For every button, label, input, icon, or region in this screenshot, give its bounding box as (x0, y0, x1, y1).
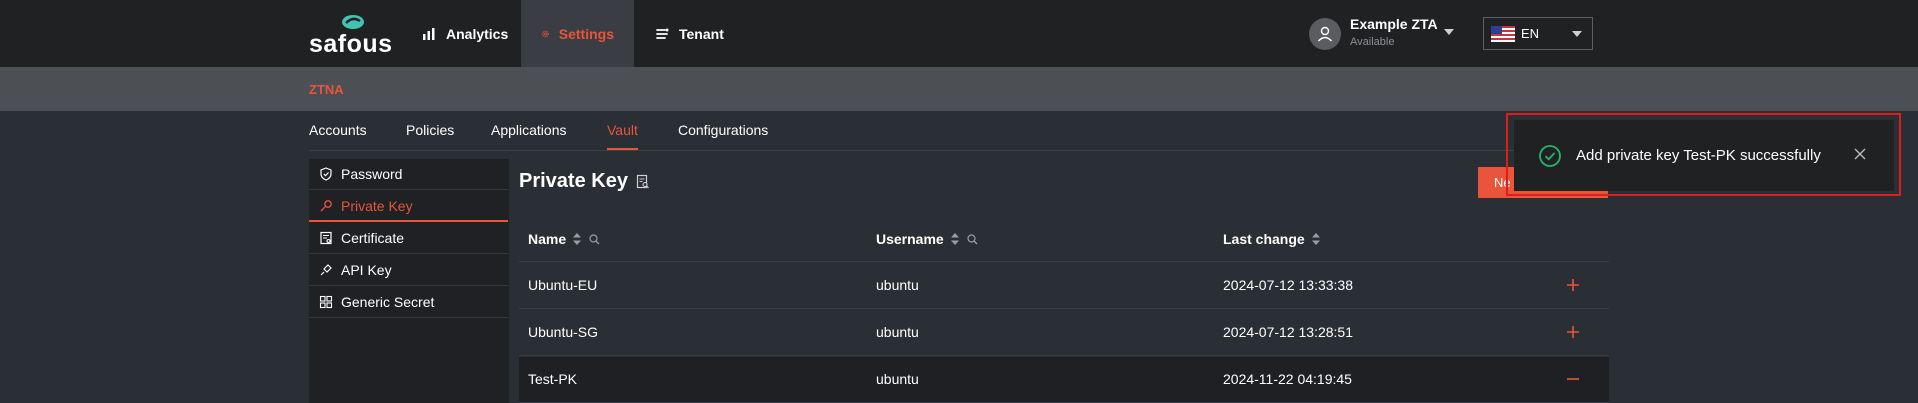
nav-analytics[interactable]: Analytics (401, 0, 528, 67)
sort-icon[interactable] (1311, 232, 1321, 246)
user-menu[interactable]: Example ZTA Available (1309, 16, 1459, 52)
success-toast: Add private key Test-PK successfully (1514, 120, 1894, 191)
cell-name: Test-PK (528, 371, 578, 387)
language-select[interactable]: EN (1483, 17, 1593, 50)
nav-tenant[interactable]: Tenant (634, 0, 744, 67)
shield-icon (320, 167, 332, 181)
top-navigation-bar: safous Analytics Settings Tenant Example… (0, 0, 1918, 67)
column-header-username[interactable]: Username (876, 231, 979, 247)
column-header-last-change[interactable]: Last change (1223, 231, 1321, 247)
cell-last-change: 2024-07-12 13:33:38 (1223, 277, 1353, 293)
side-item-label: API Key (341, 262, 392, 278)
tab-bar: Accounts Policies Applications Vault Con… (309, 111, 1609, 151)
api-key-icon (320, 264, 332, 276)
table-row[interactable]: Ubuntu-SG ubuntu 2024-07-12 13:28:51 (519, 310, 1609, 356)
plus-icon (1567, 326, 1579, 338)
side-item-private-key[interactable]: Private Key (309, 191, 508, 222)
logo-mark-icon (342, 15, 364, 29)
side-item-generic-secret[interactable]: Generic Secret (309, 287, 508, 318)
expand-row-button[interactable] (1561, 273, 1585, 297)
side-item-label: Certificate (341, 230, 405, 246)
expand-row-button[interactable] (1561, 320, 1585, 344)
cell-last-change: 2024-11-22 04:19:45 (1223, 371, 1352, 387)
page-title: Private Key (519, 170, 650, 193)
nav-tenant-label: Tenant (679, 25, 724, 42)
tab-accounts[interactable]: Accounts (309, 111, 367, 150)
section-bar: ZTNA (0, 67, 1918, 111)
gear-icon (542, 30, 549, 37)
sort-icon[interactable] (950, 232, 960, 246)
column-header-name[interactable]: Name (528, 231, 601, 247)
toast-message: Add private key Test-PK successfully (1576, 147, 1821, 164)
tenant-icon (656, 28, 669, 39)
tab-policies[interactable]: Policies (406, 111, 454, 150)
chevron-down-icon[interactable] (1572, 31, 1582, 37)
tab-divider (309, 150, 1609, 151)
column-label: Name (528, 231, 567, 247)
cell-username: ubuntu (876, 324, 919, 340)
cell-last-change: 2024-07-12 13:28:51 (1223, 324, 1353, 340)
nav-settings[interactable]: Settings (521, 0, 634, 67)
cell-username: ubuntu (876, 371, 919, 387)
safous-logo[interactable]: safous (309, 14, 392, 58)
cell-username: ubuntu (876, 277, 919, 293)
grid-icon (319, 295, 333, 309)
key-icon (320, 199, 332, 211)
tab-configurations[interactable]: Configurations (678, 111, 768, 150)
side-item-label: Password (341, 166, 403, 182)
table-row[interactable]: Test-PK ubuntu 2024-11-22 04:19:45 (519, 357, 1609, 403)
column-label: Username (876, 231, 944, 247)
minus-icon (1567, 378, 1579, 380)
page-title-text: Private Key (519, 170, 628, 192)
user-name: Example ZTA (1350, 16, 1438, 32)
collapse-row-button[interactable] (1561, 367, 1585, 391)
table-header: Name Username Last change (519, 217, 1609, 262)
close-icon[interactable] (1852, 146, 1868, 162)
side-item-password[interactable]: Password (309, 159, 508, 190)
certificate-icon (320, 231, 332, 245)
avatar[interactable] (1309, 18, 1341, 50)
user-icon (1317, 26, 1333, 42)
document-search-icon[interactable] (636, 174, 650, 190)
logo-text: safous (309, 30, 393, 58)
user-status: Available (1350, 36, 1395, 48)
column-label: Last change (1223, 231, 1305, 247)
table-row[interactable]: Ubuntu-EU ubuntu 2024-07-12 13:33:38 (519, 263, 1609, 309)
cell-name: Ubuntu-SG (528, 324, 599, 340)
side-item-label: Private Key (341, 197, 413, 214)
sort-icon[interactable] (572, 232, 582, 246)
plus-icon (1567, 279, 1579, 291)
search-icon[interactable] (588, 233, 601, 246)
search-icon[interactable] (966, 233, 979, 246)
chevron-down-icon[interactable] (1444, 29, 1454, 35)
check-circle-icon (1539, 144, 1561, 167)
nav-settings-label: Settings (558, 25, 614, 42)
nav-analytics-label: Analytics (446, 25, 509, 42)
side-item-label: Generic Secret (341, 294, 435, 310)
vault-side-menu: Password Private Key Certificate API Key… (309, 159, 509, 403)
us-flag-icon (1491, 25, 1515, 42)
cell-name: Ubuntu-EU (528, 277, 598, 293)
toast-highlight: Add private key Test-PK successfully (1506, 113, 1901, 196)
tab-vault[interactable]: Vault (607, 111, 638, 150)
side-item-certificate[interactable]: Certificate (309, 223, 508, 254)
tab-applications[interactable]: Applications (491, 111, 567, 150)
analytics-icon (423, 27, 435, 40)
language-value: EN (1521, 26, 1540, 41)
side-item-api-key[interactable]: API Key (309, 255, 508, 286)
section-title: ZTNA (309, 82, 344, 97)
